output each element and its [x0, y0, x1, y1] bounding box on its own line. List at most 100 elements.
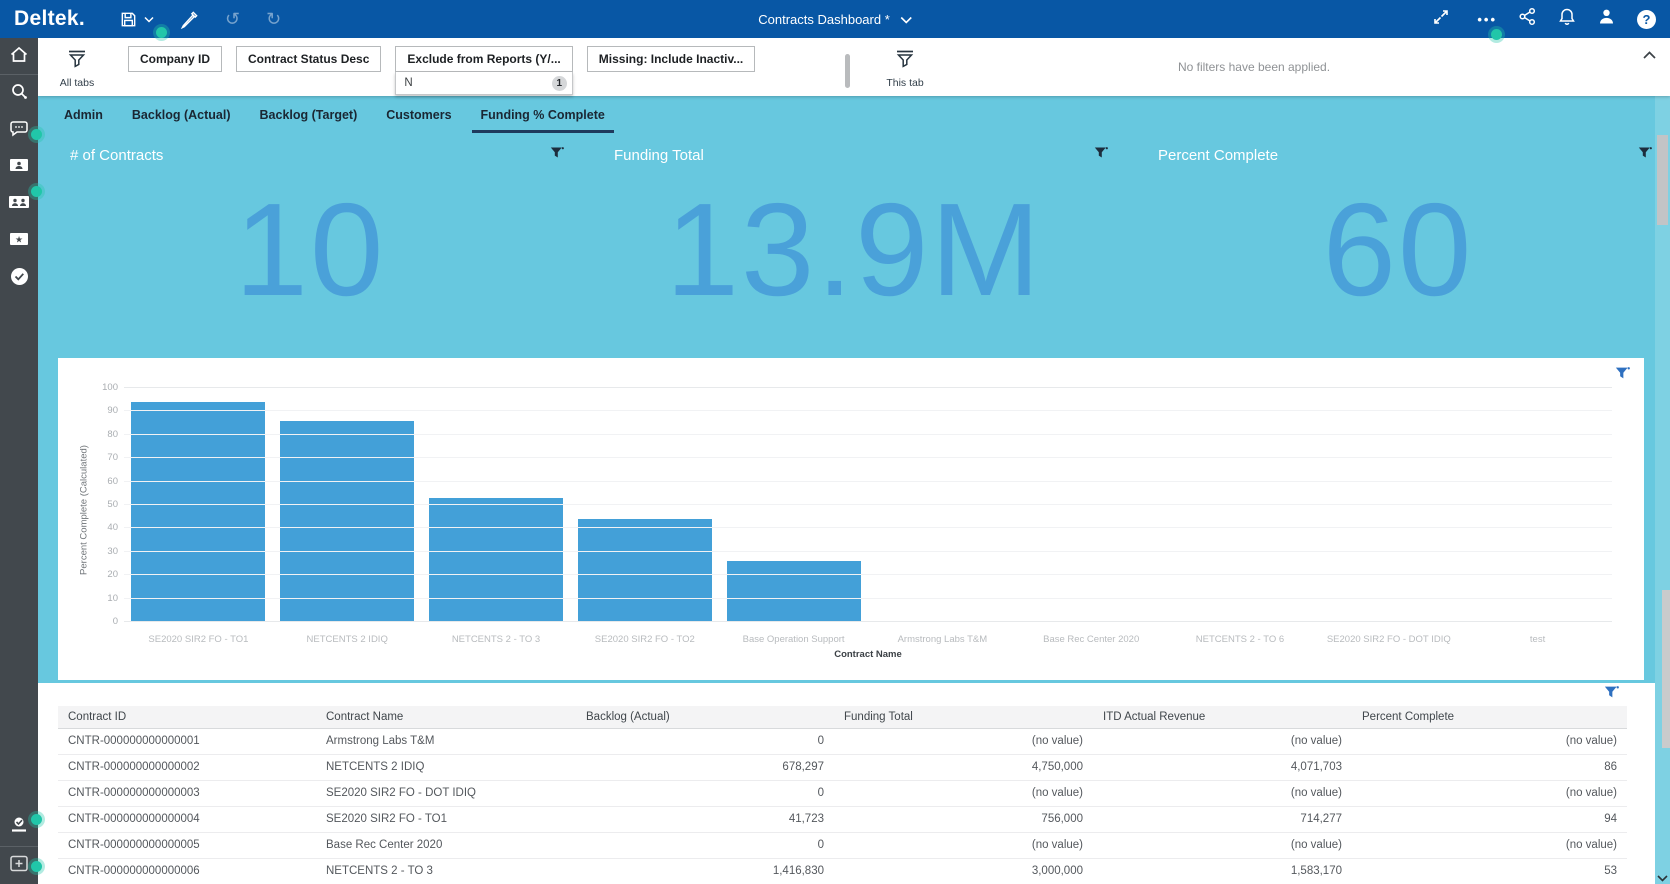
kpi-title: # of Contracts	[70, 147, 163, 164]
kpi-value: 10	[38, 177, 582, 322]
kpi-filter-icon[interactable]	[550, 146, 564, 164]
filter-chip-value-row[interactable]: N 1	[395, 72, 572, 95]
table-cell: (no value)	[1352, 780, 1627, 806]
table-header: Contract IDContract NameBacklog (Actual)…	[58, 706, 1627, 728]
vertical-scrollbar[interactable]	[1655, 96, 1670, 884]
filter-chip-company-id[interactable]: Company ID	[128, 46, 222, 72]
kpi-funding-total: Funding Total 13.9M	[582, 133, 1126, 355]
filter-toolbar: All tabs Company ID Contract Status Desc…	[38, 38, 1670, 96]
tab-backlog-target[interactable]: Backlog (Target)	[260, 96, 358, 133]
column-header-backlog-actual[interactable]: Backlog (Actual)	[576, 706, 834, 728]
tab-funding-complete[interactable]: Funding % Complete	[481, 96, 605, 133]
tab-customers[interactable]: Customers	[386, 96, 451, 133]
kpi-percent-complete: Percent Complete 60	[1126, 133, 1670, 355]
share-icon[interactable]	[1518, 7, 1537, 31]
table-cell: SE2020 SIR2 FO - DOT IDIQ	[316, 780, 576, 806]
save-icon	[119, 10, 138, 29]
tab-backlog-actual[interactable]: Backlog (Actual)	[132, 96, 231, 133]
table-row[interactable]: CNTR-000000000000005Base Rec Center 2020…	[58, 832, 1627, 858]
y-tick-label: 60	[82, 476, 118, 487]
funnel-icon	[66, 49, 88, 74]
outer-scrollbar-thumb[interactable]	[1662, 590, 1670, 748]
bar-slot	[422, 388, 571, 622]
gridline	[124, 574, 1612, 575]
deltek-logo: Deltek.	[14, 7, 85, 31]
table-row[interactable]: CNTR-000000000000003SE2020 SIR2 FO - DOT…	[58, 780, 1627, 806]
kpi-filter-icon[interactable]	[1638, 146, 1652, 164]
scrollbar-down-arrow[interactable]	[1655, 875, 1670, 882]
sidebar-item-tasks[interactable]	[0, 260, 38, 297]
gridline	[124, 481, 1612, 482]
save-button[interactable]	[119, 10, 154, 29]
bar-slot	[868, 388, 1017, 622]
sidebar-item-home[interactable]	[0, 38, 38, 75]
kpi-filter-icon[interactable]	[1094, 146, 1108, 164]
top-bar: Deltek. ↺ ↻ Contrac	[0, 0, 1670, 38]
edit-pencil-button[interactable]	[180, 10, 199, 29]
walkme-beacon[interactable]	[31, 129, 42, 140]
notifications-bell-icon[interactable]	[1558, 7, 1576, 31]
filter-chip-exclude-from-reports[interactable]: Exclude from Reports (Y/... N 1	[395, 46, 572, 95]
expand-icon[interactable]	[1432, 8, 1450, 31]
table-cell: 0	[576, 780, 834, 806]
bar-netcents-2-to-3[interactable]	[429, 498, 563, 622]
filter-chips: Company ID Contract Status Desc Exclude …	[128, 38, 755, 96]
redo-button[interactable]: ↻	[266, 10, 281, 28]
user-profile-icon[interactable]	[1597, 7, 1616, 31]
tab-admin[interactable]: Admin	[64, 96, 103, 133]
walkme-beacon[interactable]	[31, 861, 42, 872]
x-tick-label: Base Rec Center 2020	[1017, 634, 1166, 645]
table-row[interactable]: CNTR-000000000000004SE2020 SIR2 FO - TO1…	[58, 806, 1627, 832]
walkme-beacon[interactable]	[31, 814, 42, 825]
walkme-beacon[interactable]	[156, 27, 167, 38]
dashboard-title-menu[interactable]: Contracts Dashboard *	[758, 12, 912, 27]
collapse-filterbar-button[interactable]	[1638, 44, 1660, 64]
column-header-percent-complete[interactable]: Percent Complete	[1352, 706, 1627, 728]
sidebar-item-my-content[interactable]	[0, 149, 38, 186]
scrollbar-thumb[interactable]	[1657, 135, 1668, 225]
table-row[interactable]: CNTR-000000000000006NETCENTS 2 - TO 31,4…	[58, 858, 1627, 884]
chart-bars	[124, 388, 1612, 622]
x-axis-title: Contract Name	[124, 649, 1612, 660]
bar-base-operation-support[interactable]	[727, 561, 861, 622]
table-body: CNTR-000000000000001Armstrong Labs T&M0(…	[58, 728, 1627, 884]
overflow-menu-icon[interactable]: •••	[1477, 12, 1497, 27]
undo-button[interactable]: ↺	[225, 10, 240, 28]
walkme-beacon[interactable]	[31, 186, 42, 197]
table-cell: (no value)	[834, 728, 1093, 754]
table-cell: NETCENTS 2 IDIQ	[316, 754, 576, 780]
column-header-itd-actual-revenue[interactable]: ITD Actual Revenue	[1093, 706, 1352, 728]
plus-icon	[9, 855, 29, 877]
gridline	[124, 551, 1612, 552]
filter-chip-contract-status[interactable]: Contract Status Desc	[236, 46, 381, 72]
help-icon[interactable]: ?	[1637, 10, 1656, 29]
column-header-contract-id[interactable]: Contract ID	[58, 706, 316, 728]
column-header-contract-name[interactable]: Contract Name	[316, 706, 576, 728]
table-cell: Base Rec Center 2020	[316, 832, 576, 858]
table-cell: (no value)	[1093, 832, 1352, 858]
all-tabs-filter-button[interactable]: All tabs	[38, 38, 116, 96]
table-cell: 0	[576, 728, 834, 754]
table-row[interactable]: CNTR-000000000000002NETCENTS 2 IDIQ678,2…	[58, 754, 1627, 780]
y-tick-label: 10	[82, 593, 118, 604]
this-tab-filter-button[interactable]: This tab	[866, 38, 944, 96]
bar-se2020-sir2-fo-to2[interactable]	[578, 519, 712, 622]
sidebar-item-favorites[interactable]: ★	[0, 223, 38, 260]
table-cell: 3,000,000	[834, 858, 1093, 884]
walkme-beacon[interactable]	[1491, 29, 1502, 40]
table-filter-icon[interactable]	[1604, 685, 1619, 705]
table-cell: (no value)	[1093, 728, 1352, 754]
gridline	[124, 457, 1612, 458]
bar-netcents-2-idiq[interactable]	[280, 421, 414, 622]
y-tick-label: 80	[82, 429, 118, 440]
column-header-funding-total[interactable]: Funding Total	[834, 706, 1093, 728]
bar-chart: Percent Complete (Calculated) SE2020 SIR…	[72, 370, 1620, 674]
kpi-number-of-contracts: # of Contracts 10	[38, 133, 582, 355]
table-cell: NETCENTS 2 - TO 3	[316, 858, 576, 884]
table-cell: (no value)	[834, 780, 1093, 806]
table-row[interactable]: CNTR-000000000000001Armstrong Labs T&M0(…	[58, 728, 1627, 754]
sidebar-item-search[interactable]	[0, 75, 38, 112]
filter-chip-missing-include-inactive[interactable]: Missing: Include Inactiv...	[587, 46, 755, 72]
y-tick-label: 20	[82, 569, 118, 580]
bar-se2020-sir2-fo-to1[interactable]	[131, 402, 265, 622]
